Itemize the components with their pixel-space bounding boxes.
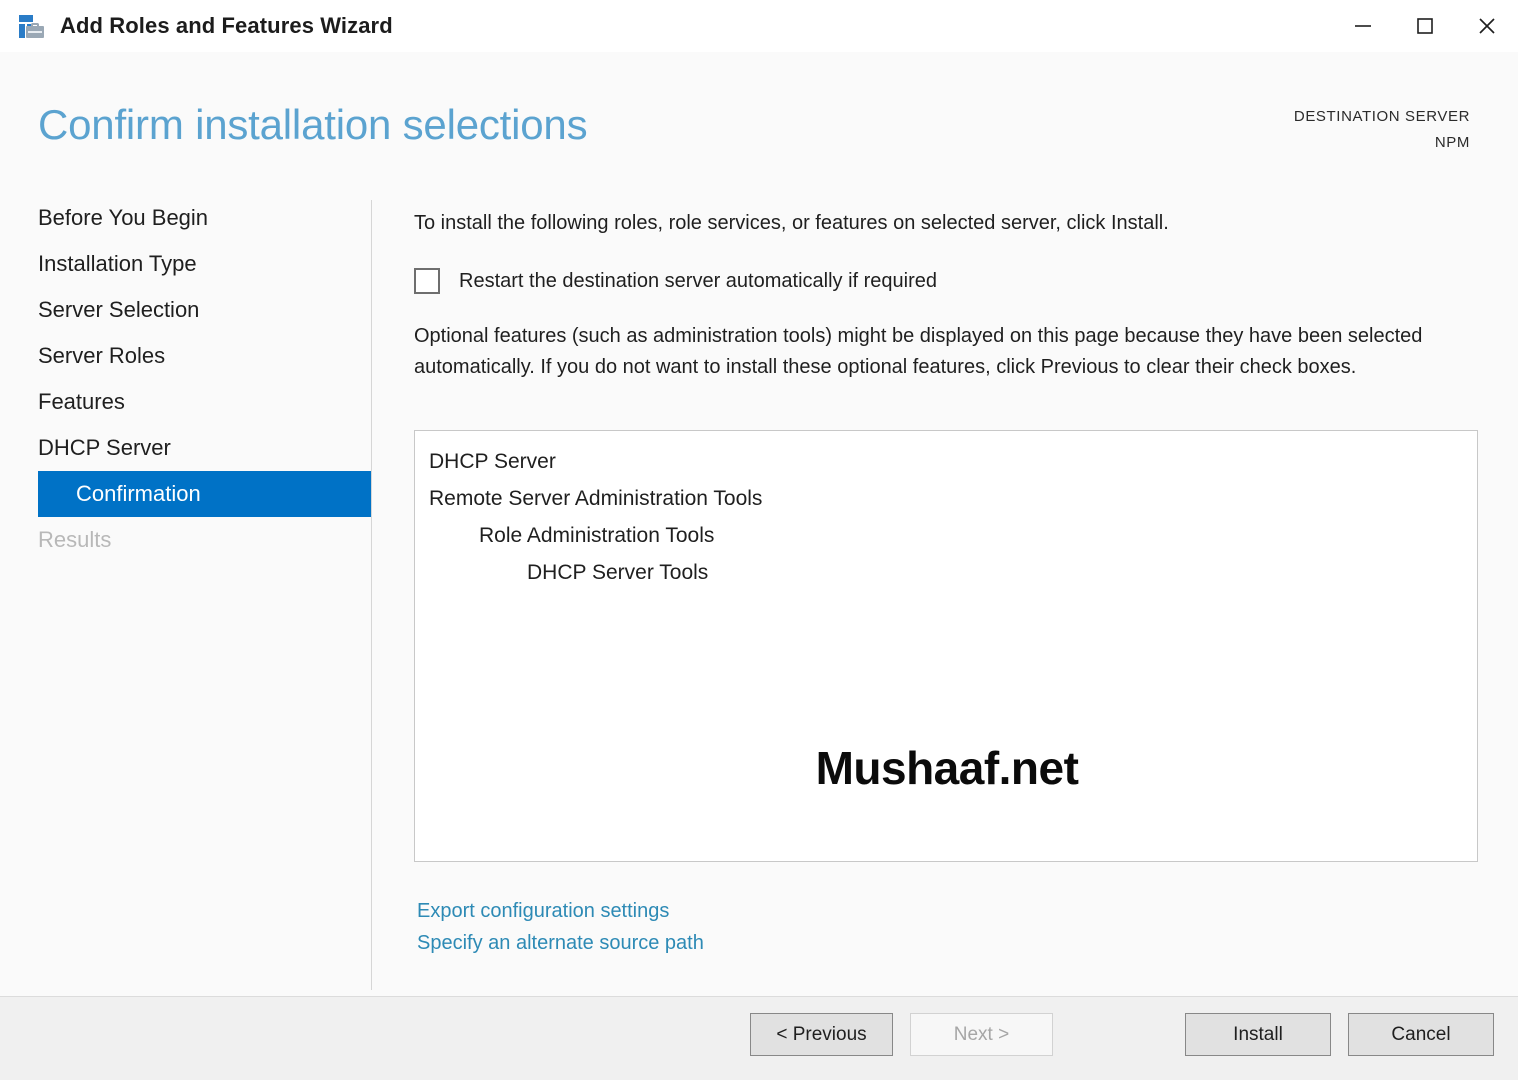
maximize-icon[interactable] bbox=[1394, 0, 1456, 52]
restart-checkbox-row[interactable]: Restart the destination server automatic… bbox=[414, 268, 1478, 294]
sidebar-item-installation-type[interactable]: Installation Type bbox=[0, 241, 371, 287]
sidebar-item-dhcp-server[interactable]: DHCP Server bbox=[0, 425, 371, 471]
optional-features-note: Optional features (such as administratio… bbox=[414, 321, 1474, 383]
sidebar-item-label: Before You Begin bbox=[38, 205, 208, 231]
cancel-button[interactable]: Cancel bbox=[1348, 1013, 1494, 1056]
destination-server-name: NPM bbox=[1294, 130, 1470, 156]
list-item: Remote Server Administration Tools bbox=[429, 480, 1477, 517]
sidebar-item-label: Results bbox=[38, 527, 111, 553]
feature-list: DHCP Server Remote Server Administration… bbox=[415, 431, 1477, 591]
selected-features-list[interactable]: DHCP Server Remote Server Administration… bbox=[414, 430, 1478, 862]
wizard-sidebar: Before You Begin Installation Type Serve… bbox=[0, 195, 371, 995]
sidebar-item-features[interactable]: Features bbox=[0, 379, 371, 425]
export-configuration-settings-link[interactable]: Export configuration settings bbox=[417, 895, 704, 927]
sidebar-item-label: Confirmation bbox=[38, 481, 201, 507]
sidebar-divider bbox=[371, 200, 372, 990]
sidebar-item-server-selection[interactable]: Server Selection bbox=[0, 287, 371, 333]
wizard-links: Export configuration settings Specify an… bbox=[417, 895, 704, 959]
sidebar-item-before-you-begin[interactable]: Before You Begin bbox=[0, 195, 371, 241]
footer-bar: < Previous Next > Install Cancel bbox=[0, 996, 1518, 1080]
title-bar: Add Roles and Features Wizard bbox=[0, 0, 1518, 52]
server-toolbox-icon bbox=[16, 11, 46, 41]
intro-text: To install the following roles, role ser… bbox=[414, 195, 1478, 237]
install-button[interactable]: Install bbox=[1185, 1013, 1331, 1056]
list-item: Role Administration Tools bbox=[429, 517, 1477, 554]
wizard-window: Add Roles and Features Wizard Confirm in… bbox=[0, 0, 1518, 1080]
footer-buttons: < Previous Next > Install Cancel bbox=[750, 1013, 1494, 1056]
window-controls bbox=[1332, 0, 1518, 52]
page-title: Confirm installation selections bbox=[38, 101, 587, 149]
sidebar-item-label: Server Selection bbox=[38, 297, 199, 323]
sidebar-item-label: Installation Type bbox=[38, 251, 197, 277]
main-content: To install the following roles, role ser… bbox=[414, 195, 1478, 383]
restart-checkbox-label: Restart the destination server automatic… bbox=[459, 270, 937, 293]
sidebar-item-server-roles[interactable]: Server Roles bbox=[0, 333, 371, 379]
restart-checkbox[interactable] bbox=[414, 268, 440, 294]
sidebar-item-results: Results bbox=[0, 517, 371, 563]
previous-button[interactable]: < Previous bbox=[750, 1013, 893, 1056]
window-title: Add Roles and Features Wizard bbox=[60, 13, 393, 39]
sidebar-item-label: Server Roles bbox=[38, 343, 165, 369]
close-icon[interactable] bbox=[1456, 0, 1518, 52]
minimize-icon[interactable] bbox=[1332, 0, 1394, 52]
sidebar-item-label: Features bbox=[38, 389, 125, 415]
specify-alternate-source-path-link[interactable]: Specify an alternate source path bbox=[417, 927, 704, 959]
destination-server-block: DESTINATION SERVER NPM bbox=[1294, 104, 1470, 156]
sidebar-item-label: DHCP Server bbox=[38, 435, 171, 461]
sidebar-item-confirmation[interactable]: Confirmation bbox=[38, 471, 371, 517]
list-item: DHCP Server Tools bbox=[429, 554, 1477, 591]
next-button: Next > bbox=[910, 1013, 1053, 1056]
list-item: DHCP Server bbox=[429, 443, 1477, 480]
watermark: Mushaaf.net bbox=[415, 741, 1478, 795]
destination-server-label: DESTINATION SERVER bbox=[1294, 108, 1470, 125]
